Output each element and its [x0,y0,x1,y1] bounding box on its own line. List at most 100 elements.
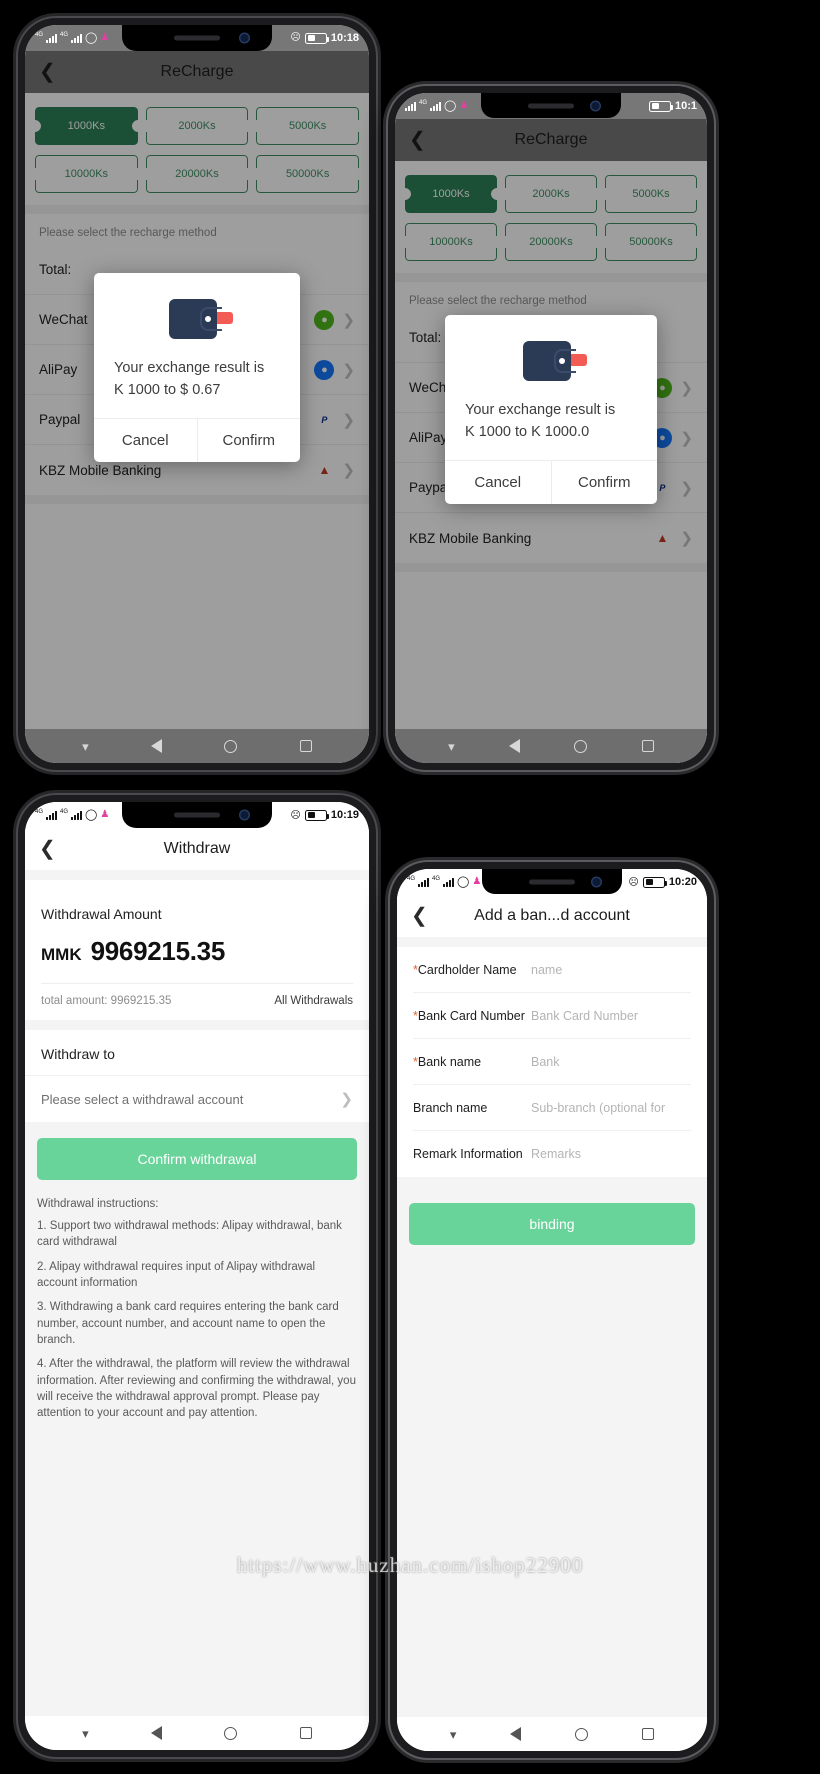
field-branch-name[interactable]: Branch name Sub-branch (optional for [413,1085,691,1131]
signal-bars-icon-2 [443,877,455,887]
field-bank-card-number[interactable]: *Bank Card Number Bank Card Number [413,993,691,1039]
status-clock: 10:19 [330,809,359,821]
signal-bars-icon-2 [71,33,83,43]
screenshot-stage: 4G 4G ◯ ♟ ☹ 10:18 ❮ ReCharge 1000Ks 2000… [0,0,820,1774]
cardholder-name-input[interactable]: name [531,963,691,977]
field-cardholder-name[interactable]: *Cardholder Name name [413,947,691,993]
wallet-flap-shape [200,307,222,331]
recents-square-icon[interactable] [642,1728,655,1740]
wallet-dot-shape [205,316,211,322]
dialog-message-line-1: Your exchange result is [465,402,616,418]
wifi-icon: ◯ [444,99,457,112]
wallet-icon [523,341,587,381]
wifi-icon: ◯ [457,875,470,888]
branch-name-input[interactable]: Sub-branch (optional for [531,1101,691,1115]
status-left-1: 4G 4G ◯ ♟ [35,32,109,44]
network-type-label: 4G [419,100,428,106]
field-label: Remark Information [413,1147,523,1161]
instruction-item: 3. Withdrawing a bank card requires ente… [37,1301,339,1346]
earpiece-speaker [529,879,575,884]
back-triangle-icon[interactable] [151,1726,163,1740]
remark-information-input[interactable]: Remarks [531,1147,691,1161]
recents-square-icon[interactable] [641,740,654,752]
confirm-button[interactable]: Confirm [198,419,301,462]
home-circle-icon[interactable] [575,1727,589,1741]
wallet-flap-shape [554,349,576,373]
keyboard-hide-icon[interactable]: ▾ [82,1727,89,1740]
dialog-actions-1: Cancel Confirm [94,417,301,462]
withdrawal-account-selector[interactable]: Please select a withdrawal account ❯ [25,1075,369,1122]
keyboard-hide-icon[interactable]: ▾ [448,740,455,753]
amount-value[interactable]: 9969215.35 [91,936,226,967]
confirm-withdrawal-button[interactable]: Confirm withdrawal [37,1138,357,1180]
bank-card-number-input[interactable]: Bank Card Number [531,1009,691,1023]
binding-button[interactable]: binding [409,1203,695,1245]
status-right-2: 10:1 [648,100,697,112]
status-right-3: ☹ 10:19 [290,809,359,821]
phone-3-withdraw: 4G 4G ◯ ♟ ☹ 10:19 ❮ Withdraw Withdrawal … [18,795,376,1757]
confirm-button[interactable]: Confirm [552,461,658,504]
back-chevron-icon[interactable]: ❮ [411,906,428,926]
phone-4-screen: 4G 4G ◯ ♟ ☹ 10:20 ❮ Add a ban...d accoun… [397,869,707,1751]
dialog-actions-2: Cancel Confirm [445,459,658,504]
dialog-message-line-2: K 1000 to $ 0.67 [114,382,221,399]
signal-bars-icon-2 [71,810,83,820]
home-circle-icon[interactable] [224,1726,238,1740]
network-type-label: 4G [35,809,44,815]
notch-2 [481,93,621,118]
status-left-2: 4G ◯ ♟ [405,99,468,112]
network-type-label: 4G [35,32,44,38]
withdraw-to-heading: Withdraw to [41,1046,115,1062]
alarm-off-icon: ☹ [290,809,301,821]
phone-4-add-bank-account: 4G 4G ◯ ♟ ☹ 10:20 ❮ Add a ban...d accoun… [390,862,714,1758]
instruction-item: 1. Support two withdrawal methods: Alipa… [37,1220,342,1249]
phone-2-screen: 4G ◯ ♟ 10:1 ❮ ReCharge 1000Ks 2000Ks 500… [395,93,707,763]
battery-icon [304,809,329,821]
signal-bars-icon-1 [418,877,430,887]
back-triangle-icon[interactable] [151,739,163,753]
earpiece-speaker [174,35,220,41]
instruction-item: 2. Alipay withdrawal requires input of A… [37,1260,316,1289]
home-circle-icon[interactable] [574,739,588,753]
withdrawal-amount-card: Withdrawal Amount MMK 9969215.35 total a… [25,880,369,1020]
back-chevron-icon[interactable]: ❮ [39,839,56,859]
battery-icon [648,100,673,112]
page-title: Add a ban...d account [474,907,630,924]
network-type-label-2: 4G [60,809,69,815]
status-left-3: 4G 4G ◯ ♟ [35,809,110,821]
status-clock: 10:18 [330,32,359,44]
total-amount-row: total amount: 9969215.35 All Withdrawals [41,983,353,1020]
field-remark-information[interactable]: Remark Information Remarks [413,1131,691,1177]
field-bank-name[interactable]: *Bank name Bank [413,1039,691,1085]
home-circle-icon[interactable] [224,739,238,753]
back-triangle-icon[interactable] [509,739,521,753]
signal-bars-icon-1 [46,810,58,820]
exchange-result-dialog-2: Your exchange result is K 1000 to K 1000… [445,315,657,504]
dialog-body-1: Your exchange result is K 1000 to $ 0.67 [94,273,300,418]
notch-4 [482,869,622,894]
bank-name-input[interactable]: Bank [531,1055,691,1069]
all-withdrawals-link[interactable]: All Withdrawals [274,995,353,1007]
keyboard-hide-icon[interactable]: ▾ [450,1728,457,1741]
back-triangle-icon[interactable] [510,1727,522,1741]
field-label: *Bank Card Number [413,1008,525,1023]
status-bar-1: 4G 4G ◯ ♟ ☹ 10:18 [25,25,369,51]
cancel-button[interactable]: Cancel [94,419,197,462]
keyboard-hide-icon[interactable]: ▾ [82,740,89,753]
android-nav-bar-4: ▾ [397,1717,707,1751]
withdrawal-account-placeholder: Please select a withdrawal account [41,1091,244,1107]
field-label: *Bank name [413,1054,482,1069]
dialog-message-line-1: Your exchange result is [114,360,265,376]
bank-account-form: *Cardholder Name name *Bank Card Number … [397,947,707,1177]
app-bar-4: ❮ Add a ban...d account [397,895,707,937]
chevron-right-icon: ❯ [340,1091,353,1108]
notch-3 [122,802,272,828]
top-gap [25,870,369,880]
instructions-title: Withdrawal instructions: [37,1198,159,1210]
recents-square-icon[interactable] [299,1727,312,1739]
recents-square-icon[interactable] [299,740,312,752]
app-bar-3: ❮ Withdraw [25,828,369,870]
cancel-button[interactable]: Cancel [445,461,551,504]
person-icon: ♟ [100,809,110,820]
front-camera [239,809,250,821]
